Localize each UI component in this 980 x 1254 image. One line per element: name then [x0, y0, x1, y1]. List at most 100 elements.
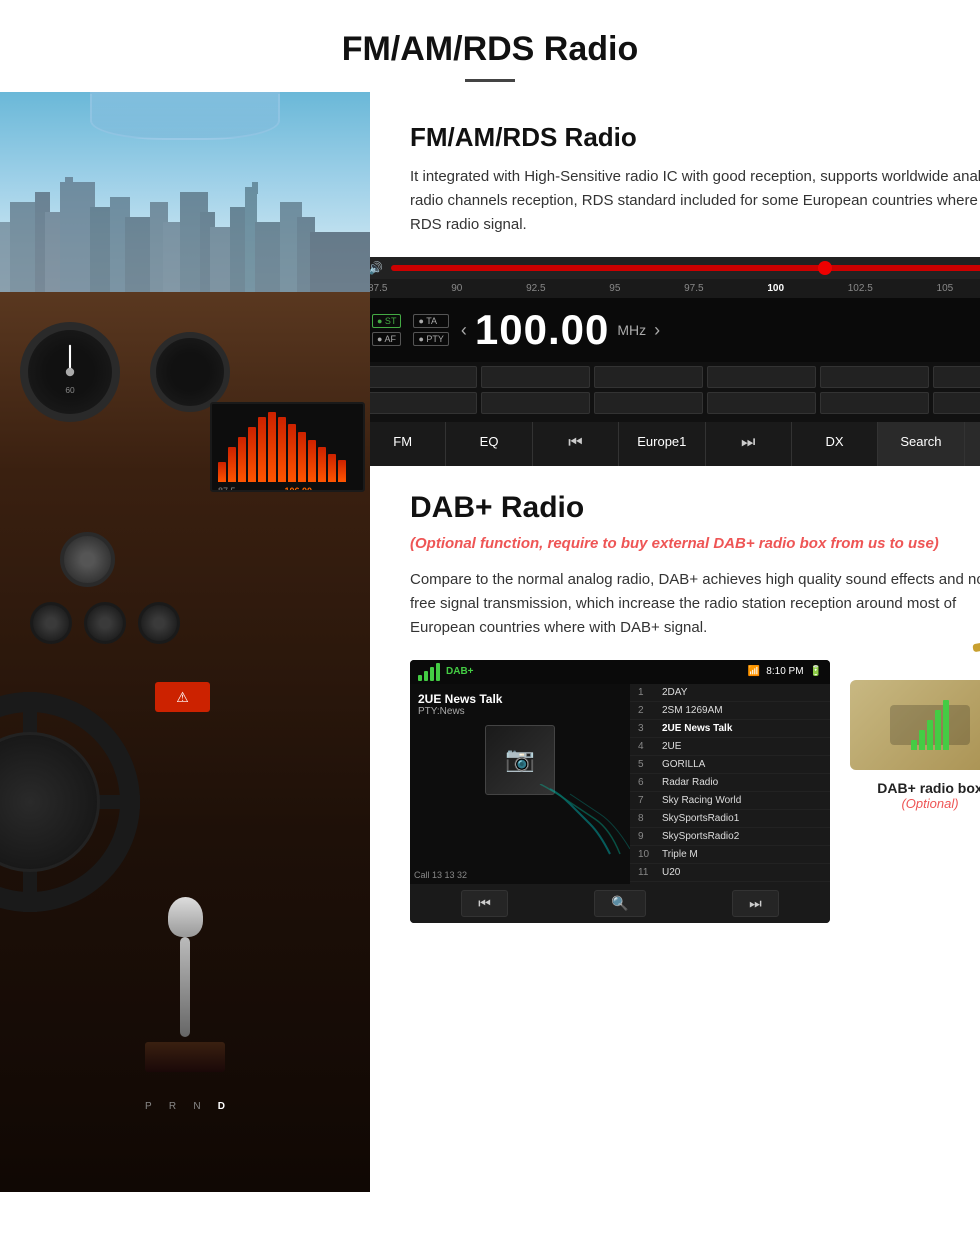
freq-95: 95 — [609, 283, 620, 294]
page-title: FM/AM/RDS Radio — [20, 30, 960, 69]
wifi-icon: 📶 — [748, 666, 760, 677]
gear-shifter — [145, 897, 225, 1072]
page-header: FM/AM/RDS Radio — [0, 0, 980, 92]
freq-100: 100 — [767, 283, 784, 294]
preset-2[interactable] — [481, 366, 590, 388]
bar — [268, 412, 276, 482]
tag-st: ● ST — [372, 314, 401, 328]
fm-section-title: FM/AM/RDS Radio — [410, 122, 980, 153]
freq-90: 90 — [451, 283, 462, 294]
search-button[interactable]: Search — [878, 422, 964, 466]
bar — [288, 424, 296, 482]
dab-list-item[interactable]: 9 SkySportsRadio2 — [630, 828, 830, 846]
dab-list-item[interactable]: 8 SkySportsRadio1 — [630, 810, 830, 828]
channel-name: 2UE — [662, 741, 681, 752]
dab-label: DAB+ — [446, 666, 474, 677]
dab-section-title: DAB+ Radio — [410, 491, 980, 525]
frequency-main: ● ST ● AF ● TA ● PTY ‹ 100.00 MHz › TA T… — [360, 298, 980, 362]
channel-num: 5 — [638, 759, 656, 770]
channel-num: 9 — [638, 831, 656, 842]
volume-thumb[interactable] — [818, 261, 832, 275]
dx-button[interactable]: DX — [792, 422, 878, 466]
freq-prev-arrow[interactable]: ‹ — [461, 320, 467, 341]
preset-12[interactable] — [933, 392, 980, 414]
preset-10[interactable] — [707, 392, 816, 414]
car-interior-photo: 60 87.5 106.00 98.00 106.00 — [0, 92, 370, 1192]
freq-92_5: 92.5 — [526, 283, 545, 294]
gauge-right — [150, 332, 230, 412]
dab-time: 8:10 PM — [766, 666, 803, 677]
next-button[interactable]: ⏭ — [706, 422, 792, 466]
hazard-button: ⚠ — [155, 682, 210, 712]
dab-pty: PTY:News — [418, 706, 622, 717]
frequency-value: 100.00 — [475, 306, 609, 354]
preset-3[interactable] — [594, 366, 703, 388]
dab-list-item[interactable]: 11 U20 — [630, 864, 830, 882]
europe1-button[interactable]: Europe1 — [619, 422, 705, 466]
preset-1[interactable] — [368, 366, 477, 388]
tag-pty: ● PTY — [413, 332, 448, 346]
dab-list-item[interactable]: 10 Triple M — [630, 846, 830, 864]
bar — [248, 427, 256, 482]
preset-rows — [360, 362, 980, 422]
back-button[interactable]: ↩ — [965, 422, 980, 466]
dab-list-item[interactable]: 12 ZOD SMOOTH ROCK — [630, 882, 830, 884]
dab-list-item[interactable]: 2 2SM 1269AM — [630, 702, 830, 720]
head-unit-display: 87.5 106.00 98.00 106.00 — [210, 402, 365, 492]
freq-next-arrow[interactable]: › — [654, 320, 660, 341]
channel-num: 8 — [638, 813, 656, 824]
dab-section-desc: Compare to the normal analog radio, DAB+… — [410, 568, 980, 640]
volume-knob — [60, 532, 115, 587]
channel-num: 7 — [638, 795, 656, 806]
bar — [318, 447, 326, 482]
dab-left-panel: 2UE News Talk PTY:News 📷 Call — [410, 684, 630, 884]
channel-num: 10 — [638, 849, 656, 860]
gauge-left: 60 — [20, 322, 120, 422]
preset-7[interactable] — [368, 392, 477, 414]
channel-name: SkySportsRadio1 — [662, 813, 739, 824]
channel-num: 3 — [638, 723, 656, 734]
channel-num: 1 — [638, 687, 656, 698]
dab-antenna-head — [972, 640, 980, 652]
dab-next-button[interactable]: ⏭ — [732, 890, 779, 917]
gear-knob — [168, 897, 203, 937]
signal-bar — [927, 720, 933, 750]
dab-search-button[interactable]: 🔍 — [594, 890, 645, 917]
preset-5[interactable] — [820, 366, 929, 388]
dab-list-item[interactable]: 7 Sky Racing World — [630, 792, 830, 810]
dab-statusbar: DAB+ 📶 8:10 PM 🔋 — [410, 660, 830, 684]
bar — [238, 437, 246, 482]
dab-list-item[interactable]: 3 2UE News Talk — [630, 720, 830, 738]
preset-11[interactable] — [820, 392, 929, 414]
dab-prev-button[interactable]: ⏮ — [461, 890, 508, 917]
dab-list-item[interactable]: 4 2UE — [630, 738, 830, 756]
frequency-bars — [212, 404, 363, 486]
dab-list-item[interactable]: 6 Radar Radio — [630, 774, 830, 792]
tag-ta: ● TA — [413, 314, 448, 328]
fm-section-desc: It integrated with High-Sensitive radio … — [410, 165, 980, 237]
channel-name: Triple M — [662, 849, 698, 860]
fm-button[interactable]: FM — [360, 422, 446, 466]
signal-bar — [911, 740, 917, 750]
dab-signal-icon — [418, 663, 440, 681]
dab-controls: ⏮ 🔍 ⏭ — [410, 884, 830, 923]
frequency-scale: 87.5 90 92.5 95 97.5 100 102.5 105 107.5 — [360, 279, 980, 298]
bar — [338, 460, 346, 482]
preset-8[interactable] — [481, 392, 590, 414]
bar — [278, 417, 286, 482]
battery-icon: 🔋 — [810, 666, 822, 677]
dab-list-item[interactable]: 1 2DAY — [630, 684, 830, 702]
preset-6[interactable] — [933, 366, 980, 388]
preset-9[interactable] — [594, 392, 703, 414]
eq-button[interactable]: EQ — [446, 422, 532, 466]
channel-name: Radar Radio — [662, 777, 718, 788]
preset-row-2 — [368, 392, 980, 414]
dab-screen: DAB+ 📶 8:10 PM 🔋 2UE News Talk — [410, 660, 830, 923]
preset-4[interactable] — [707, 366, 816, 388]
dab-radio-box — [850, 680, 980, 770]
gauge-cluster: 60 — [20, 322, 230, 422]
prev-button[interactable]: ⏮ — [533, 422, 619, 466]
dab-list-item[interactable]: 5 GORILLA — [630, 756, 830, 774]
volume-track[interactable] — [391, 265, 980, 271]
sig-bar-1 — [418, 675, 422, 681]
